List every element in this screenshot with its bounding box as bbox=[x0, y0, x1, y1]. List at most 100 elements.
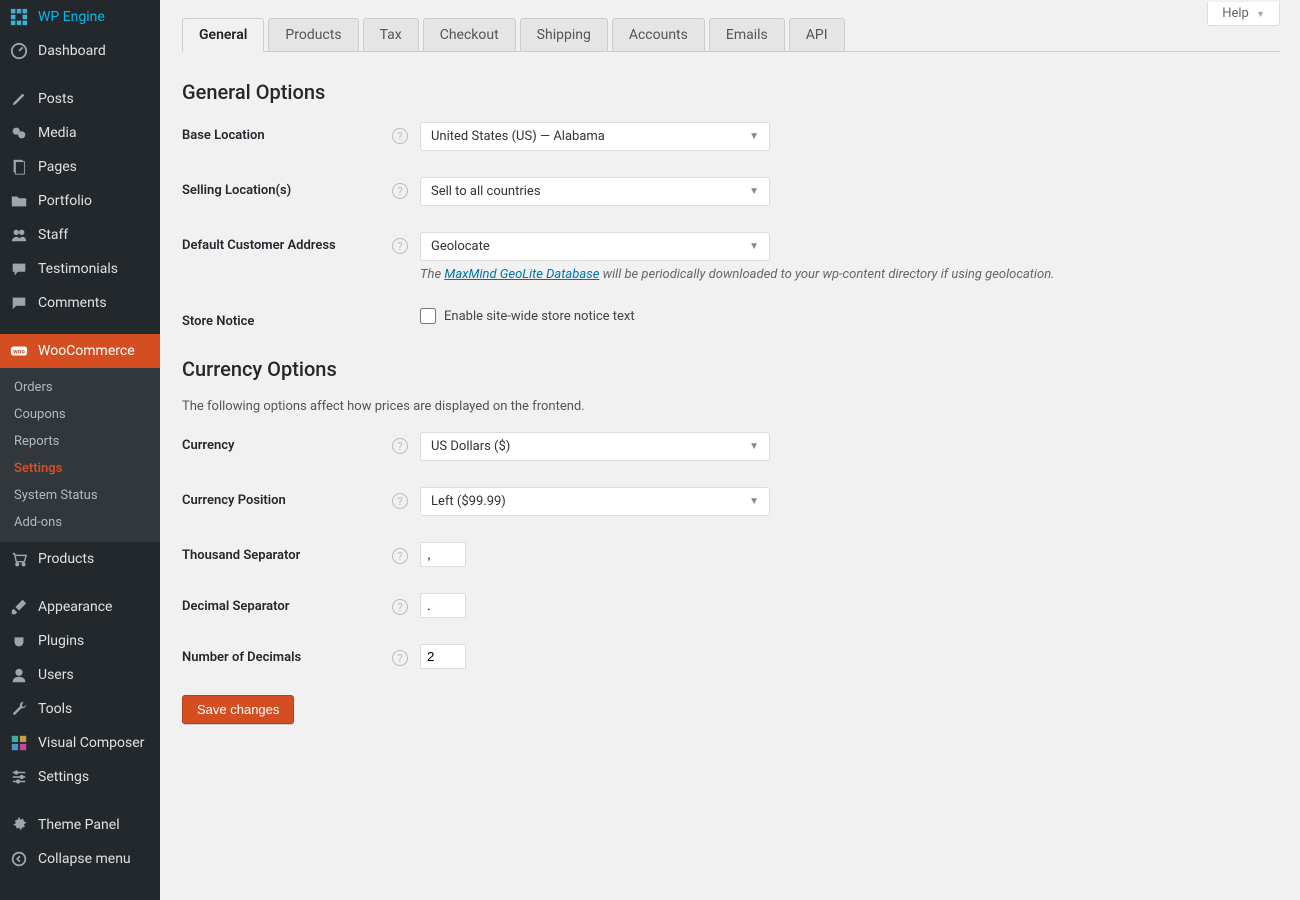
collapse-icon bbox=[10, 850, 30, 868]
chevron-down-icon: ▼ bbox=[1256, 10, 1265, 20]
woocommerce-submenu: Orders Coupons Reports Settings System S… bbox=[0, 368, 160, 542]
store-notice-label: Store Notice bbox=[182, 308, 392, 329]
tab-products[interactable]: Products bbox=[268, 18, 358, 52]
sidebar-item-label: Portfolio bbox=[38, 193, 92, 209]
sidebar-item-testimonials[interactable]: Testimonials bbox=[0, 252, 160, 286]
select-value: Left ($99.99) bbox=[431, 494, 506, 509]
folder-icon bbox=[10, 192, 30, 210]
sliders-icon bbox=[10, 768, 30, 786]
thousand-separator-input[interactable] bbox=[420, 542, 466, 567]
tab-api[interactable]: API bbox=[789, 18, 845, 52]
default-customer-address-label: Default Customer Address bbox=[182, 232, 392, 253]
tab-accounts[interactable]: Accounts bbox=[612, 18, 705, 52]
submenu-reports[interactable]: Reports bbox=[0, 428, 160, 455]
decimal-separator-label: Decimal Separator bbox=[182, 593, 392, 614]
help-icon[interactable]: ? bbox=[392, 128, 408, 144]
help-icon[interactable]: ? bbox=[392, 238, 408, 254]
sidebar-item-label: Testimonials bbox=[38, 261, 118, 277]
submenu-system-status[interactable]: System Status bbox=[0, 482, 160, 509]
sidebar-item-pages[interactable]: Pages bbox=[0, 150, 160, 184]
sidebar-item-appearance[interactable]: Appearance bbox=[0, 590, 160, 624]
sidebar-item-products[interactable]: Products bbox=[0, 542, 160, 576]
save-changes-button[interactable]: Save changes bbox=[182, 695, 294, 724]
selling-locations-select[interactable]: Sell to all countries ▼ bbox=[420, 177, 770, 206]
sidebar-item-label: Settings bbox=[38, 769, 89, 785]
sidebar-item-label: Dashboard bbox=[38, 43, 106, 59]
tab-tax[interactable]: Tax bbox=[363, 18, 419, 52]
chevron-down-icon: ▼ bbox=[749, 441, 759, 452]
brush-icon bbox=[10, 598, 30, 616]
help-icon[interactable]: ? bbox=[392, 183, 408, 199]
num-decimals-input[interactable] bbox=[420, 644, 466, 669]
chevron-down-icon: ▼ bbox=[749, 496, 759, 507]
maxmind-link[interactable]: MaxMind GeoLite Database bbox=[444, 267, 599, 282]
dashboard-icon bbox=[10, 42, 30, 60]
help-icon[interactable]: ? bbox=[392, 493, 408, 509]
sidebar-item-label: Appearance bbox=[38, 599, 112, 615]
submenu-orders[interactable]: Orders bbox=[0, 374, 160, 401]
currency-select[interactable]: US Dollars ($) ▼ bbox=[420, 432, 770, 461]
sidebar-item-users[interactable]: Users bbox=[0, 658, 160, 692]
sidebar-item-dashboard[interactable]: Dashboard bbox=[0, 34, 160, 68]
sidebar-item-settings[interactable]: Settings bbox=[0, 760, 160, 794]
sidebar-item-label: Plugins bbox=[38, 633, 84, 649]
sidebar-item-label: Comments bbox=[38, 295, 107, 311]
tab-shipping[interactable]: Shipping bbox=[520, 18, 608, 52]
sidebar-item-portfolio[interactable]: Portfolio bbox=[0, 184, 160, 218]
sidebar-item-tools[interactable]: Tools bbox=[0, 692, 160, 726]
help-icon[interactable]: ? bbox=[392, 438, 408, 454]
store-notice-checkbox[interactable] bbox=[420, 308, 436, 324]
currency-position-label: Currency Position bbox=[182, 487, 392, 508]
sidebar-item-posts[interactable]: Posts bbox=[0, 82, 160, 116]
sidebar-item-comments[interactable]: Comments bbox=[0, 286, 160, 320]
submenu-add-ons[interactable]: Add-ons bbox=[0, 509, 160, 536]
sidebar-item-label: Posts bbox=[38, 91, 74, 107]
sidebar-item-wpengine[interactable]: WP Engine bbox=[0, 0, 160, 34]
sidebar-item-label: Products bbox=[38, 551, 94, 567]
chevron-down-icon: ▼ bbox=[749, 241, 759, 252]
help-icon[interactable]: ? bbox=[392, 599, 408, 615]
sidebar-item-label: Visual Composer bbox=[38, 735, 144, 751]
sidebar-item-label: Pages bbox=[38, 159, 77, 175]
admin-sidebar: WP Engine Dashboard Posts Media Pages Po… bbox=[0, 0, 160, 900]
sidebar-item-label: Staff bbox=[38, 227, 68, 243]
sidebar-item-label: WooCommerce bbox=[38, 343, 135, 359]
sidebar-item-woocommerce[interactable]: woo WooCommerce bbox=[0, 334, 160, 368]
sidebar-item-plugins[interactable]: Plugins bbox=[0, 624, 160, 658]
tab-emails[interactable]: Emails bbox=[709, 18, 785, 52]
plug-icon bbox=[10, 632, 30, 650]
help-icon[interactable]: ? bbox=[392, 548, 408, 564]
media-icon bbox=[10, 124, 30, 142]
chevron-down-icon: ▼ bbox=[749, 186, 759, 197]
submenu-settings[interactable]: Settings bbox=[0, 455, 160, 482]
sidebar-item-label: Theme Panel bbox=[38, 817, 120, 833]
sidebar-item-staff[interactable]: Staff bbox=[0, 218, 160, 252]
chevron-down-icon: ▼ bbox=[749, 131, 759, 142]
select-value: Geolocate bbox=[431, 239, 490, 254]
sidebar-item-media[interactable]: Media bbox=[0, 116, 160, 150]
help-tab[interactable]: Help ▼ bbox=[1207, 2, 1280, 26]
tab-general[interactable]: General bbox=[182, 18, 264, 52]
user-icon bbox=[10, 666, 30, 684]
select-value: Sell to all countries bbox=[431, 184, 541, 199]
tab-checkout[interactable]: Checkout bbox=[423, 18, 516, 52]
sidebar-item-label: Tools bbox=[38, 701, 72, 717]
sidebar-item-visual-composer[interactable]: Visual Composer bbox=[0, 726, 160, 760]
sidebar-item-label: Collapse menu bbox=[38, 851, 131, 867]
select-value: United States (US) — Alabama bbox=[431, 129, 605, 144]
users-icon bbox=[10, 226, 30, 244]
sidebar-item-label: Media bbox=[38, 125, 77, 141]
sidebar-item-collapse[interactable]: Collapse menu bbox=[0, 842, 160, 876]
help-icon[interactable]: ? bbox=[392, 650, 408, 666]
currency-position-select[interactable]: Left ($99.99) ▼ bbox=[420, 487, 770, 516]
gear-icon bbox=[10, 816, 30, 834]
base-location-select[interactable]: United States (US) — Alabama ▼ bbox=[420, 122, 770, 151]
wrench-icon bbox=[10, 700, 30, 718]
sidebar-item-theme-panel[interactable]: Theme Panel bbox=[0, 808, 160, 842]
default-customer-address-select[interactable]: Geolocate ▼ bbox=[420, 232, 770, 261]
selling-locations-label: Selling Location(s) bbox=[182, 177, 392, 198]
submenu-coupons[interactable]: Coupons bbox=[0, 401, 160, 428]
num-decimals-label: Number of Decimals bbox=[182, 644, 392, 665]
content-area: Help ▼ General Products Tax Checkout Shi… bbox=[160, 0, 1300, 900]
decimal-separator-input[interactable] bbox=[420, 593, 466, 618]
